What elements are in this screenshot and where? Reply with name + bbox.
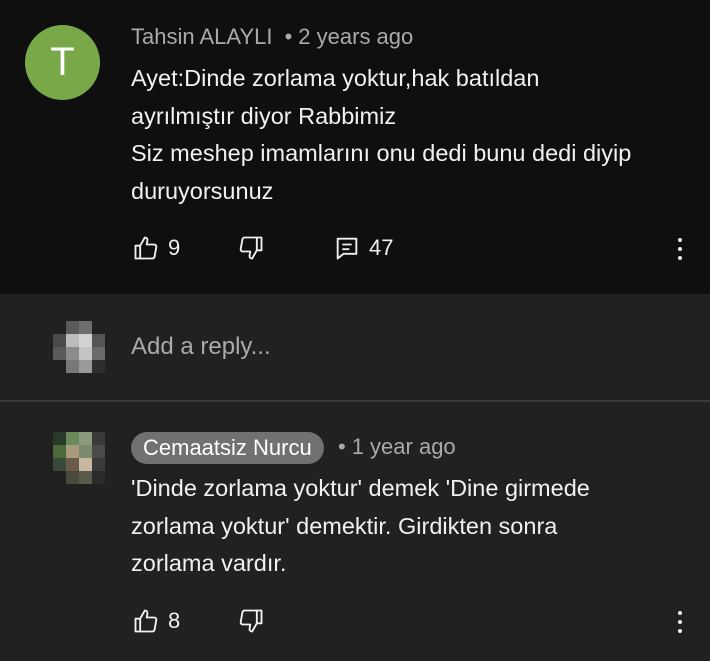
reply-line: zorlama yoktur' demektir. Girdikten sonr… xyxy=(131,512,558,539)
comment-time[interactable]: 2 years ago xyxy=(298,24,413,49)
reply-icon xyxy=(336,237,358,260)
comment-line: duruyorsunuz xyxy=(131,177,274,204)
avatar[interactable] xyxy=(53,432,105,484)
reply-time[interactable]: 1 year ago xyxy=(352,434,456,459)
dislike-button[interactable] xyxy=(237,607,265,635)
more-options-button[interactable] xyxy=(668,607,692,637)
comment-actions: 9 47 xyxy=(0,229,710,269)
meta-separator: • xyxy=(338,434,346,459)
like-count: 8 xyxy=(168,608,181,633)
more-vert-icon xyxy=(678,611,682,615)
reply-button[interactable]: 47 xyxy=(333,234,393,262)
like-icon xyxy=(134,236,158,260)
reply-line: zorlama vardır. xyxy=(131,550,287,576)
comment-line: ayrılmıştır diyor Rabbimiz xyxy=(131,102,397,129)
comment-line: Siz meshep imamlarını onu dedi bunu dedi… xyxy=(131,140,632,166)
like-icon xyxy=(134,609,158,633)
more-vert-dot xyxy=(678,256,682,260)
avatar-letter: T xyxy=(50,40,75,84)
more-options-button[interactable] xyxy=(668,234,692,264)
comment-text: Ayet:Dinde zorlama yoktur,hak batıldan a… xyxy=(131,60,691,210)
comment-line: Ayet:Dinde zorlama yoktur,hak batıldan xyxy=(131,65,540,91)
dislike-button[interactable] xyxy=(237,234,265,262)
dislike-icon xyxy=(239,236,263,260)
dislike-icon xyxy=(239,609,263,633)
reply-actions: 8 xyxy=(0,602,710,642)
reply-meta: • 1 year ago xyxy=(338,434,456,460)
reply-author: Cemaatsiz Nurcu xyxy=(143,435,312,460)
reply-input[interactable] xyxy=(131,333,651,361)
reply-count: 47 xyxy=(369,235,394,260)
user-avatar xyxy=(53,321,105,373)
meta-separator: • xyxy=(284,24,293,49)
like-button[interactable]: 8 xyxy=(132,607,180,635)
like-button[interactable]: 9 xyxy=(132,234,180,262)
more-vert-dot xyxy=(678,247,682,251)
more-vert-dot xyxy=(678,620,682,624)
more-vert-dot xyxy=(678,629,682,633)
reply-text: 'Dinde zorlama yoktur' demek 'Dine girme… xyxy=(131,470,691,583)
like-count: 9 xyxy=(168,235,181,260)
reply-line: 'Dinde zorlama yoktur' demek 'Dine girme… xyxy=(131,475,590,501)
comment-meta: Tahsin ALAYLI • 2 years ago xyxy=(131,24,413,50)
reply-author-chip[interactable]: Cemaatsiz Nurcu xyxy=(131,432,324,464)
comment-author[interactable]: Tahsin ALAYLI xyxy=(131,24,272,49)
avatar[interactable]: T xyxy=(25,25,100,100)
more-vert-icon xyxy=(678,238,682,242)
